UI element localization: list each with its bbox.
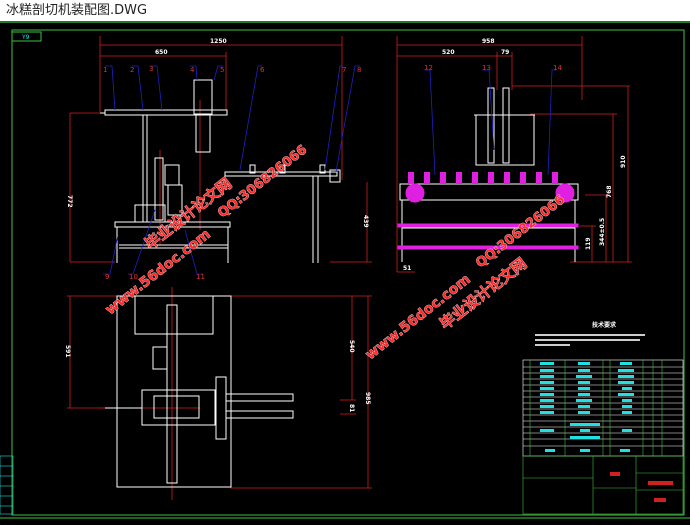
nozzle-row <box>408 172 558 184</box>
drawing-frame <box>11 29 685 516</box>
dim-650: 650 <box>155 49 168 56</box>
balloon-4: 4 <box>190 66 195 74</box>
cad-drawing-canvas[interactable]: Y9 1250 650 772 439 1 2 3 4 5 6 7 8 9 10… <box>0 21 690 521</box>
dim-540: 540 <box>348 340 355 353</box>
technical-requirements: 技术要求 <box>535 321 645 346</box>
balloon-1: 1 <box>103 66 107 74</box>
dim-344: 344±0.5 <box>599 218 606 246</box>
window-title: 冰糕剖切机装配图.DWG <box>6 3 148 18</box>
dim-81: 81 <box>348 404 355 412</box>
balloon-2: 2 <box>130 66 134 74</box>
top-view: 591 540 985 81 <box>64 287 372 500</box>
title-block <box>522 455 684 515</box>
balloon-14: 14 <box>553 64 562 72</box>
dim-51: 51 <box>403 265 411 272</box>
balloon-8: 8 <box>357 66 361 74</box>
balloon-11: 11 <box>196 273 205 281</box>
parts-list-table <box>522 359 684 457</box>
dim-1250: 1250 <box>210 38 227 45</box>
dim-520: 520 <box>442 49 455 56</box>
balloon-5: 5 <box>220 66 224 74</box>
balloon-6: 6 <box>260 66 265 74</box>
dim-768: 768 <box>606 185 613 198</box>
balloon-7: 7 <box>342 66 346 74</box>
balloon-9: 9 <box>105 273 109 281</box>
dim-79: 79 <box>501 49 509 56</box>
balloon-3: 3 <box>149 65 153 73</box>
dim-958: 958 <box>482 38 495 45</box>
balloon-13: 13 <box>482 64 491 72</box>
dim-591: 591 <box>64 345 71 358</box>
window-title-bar: 冰糕剖切机装配图.DWG <box>0 0 690 21</box>
dim-439: 439 <box>362 215 369 228</box>
dim-772: 772 <box>66 195 73 208</box>
dim-119: 119 <box>585 237 592 250</box>
front-view: 1250 650 772 439 1 2 3 4 5 6 7 8 9 10 11 <box>66 36 372 281</box>
tech-requirements-heading: 技术要求 <box>592 321 617 329</box>
balloon-12: 12 <box>424 64 433 72</box>
cad-drawing: Y9 1250 650 772 439 1 2 3 4 5 6 7 8 9 10… <box>0 21 690 519</box>
left-edge-blocks <box>0 455 14 515</box>
dim-910: 910 <box>620 155 627 168</box>
dim-985: 985 <box>364 392 371 405</box>
drawing-tag: Y9 <box>21 34 30 41</box>
